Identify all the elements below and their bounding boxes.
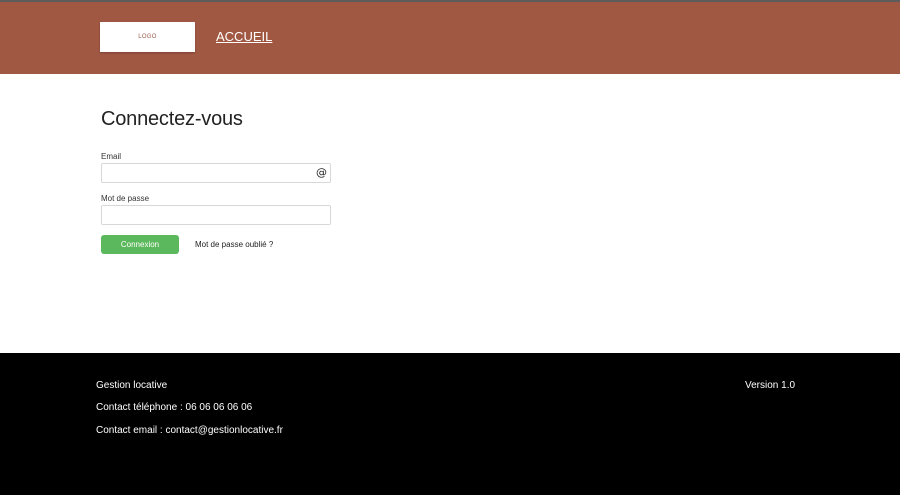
password-field[interactable]: [102, 206, 330, 224]
email-field-wrapper: @: [101, 163, 331, 183]
page-title: Connectez-vous: [101, 108, 243, 130]
footer-version: Version 1.0: [745, 380, 796, 391]
password-field-wrapper: [101, 205, 331, 225]
logo[interactable]: LOGO: [100, 22, 195, 52]
footer-app-name: Gestion locative: [96, 380, 168, 391]
at-icon: @: [316, 166, 327, 179]
footer-phone: Contact téléphone : 06 06 06 06 06: [96, 402, 253, 413]
email-field[interactable]: [102, 164, 330, 182]
site-footer: Gestion locative Contact téléphone : 06 …: [0, 353, 900, 495]
footer-email: Contact email : contact@gestionlocative.…: [96, 425, 283, 436]
password-label: Mot de passe: [101, 194, 150, 203]
login-button[interactable]: Connexion: [101, 235, 179, 254]
login-section: Connectez-vous Email @ Mot de passe Conn…: [0, 74, 900, 353]
forgot-password-link[interactable]: Mot de passe oublié ?: [195, 240, 273, 249]
email-label: Email: [101, 152, 122, 161]
nav-link-accueil[interactable]: ACCUEIL: [216, 29, 272, 44]
site-header: LOGO ACCUEIL: [0, 2, 900, 74]
